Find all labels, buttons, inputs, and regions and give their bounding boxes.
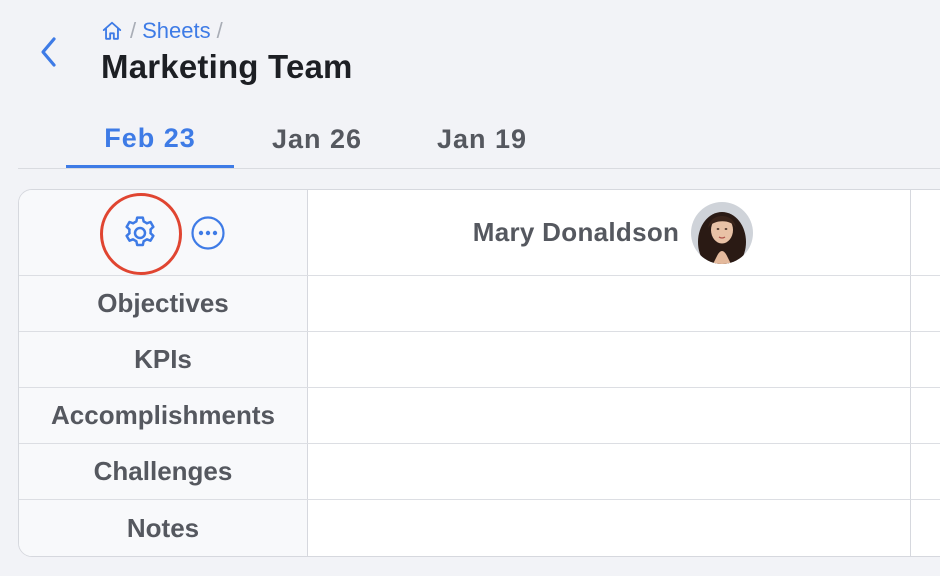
header-actions-cell xyxy=(19,190,308,275)
next-column-cell[interactable] xyxy=(911,332,940,387)
next-column-cell[interactable] xyxy=(911,444,940,499)
person-column-header: Mary Donaldson xyxy=(308,190,911,275)
home-icon[interactable] xyxy=(100,19,124,43)
breadcrumb-separator: / xyxy=(130,18,137,43)
next-column-cell[interactable] xyxy=(911,388,940,443)
table-row: KPIs xyxy=(19,332,940,388)
challenges-cell[interactable] xyxy=(308,444,911,499)
chevron-left-icon xyxy=(41,37,56,67)
breadcrumb: / Sheets / xyxy=(100,18,223,44)
kpis-cell[interactable] xyxy=(308,332,911,387)
page: / Sheets / Marketing Team Feb 23 Jan 26 … xyxy=(0,0,940,576)
table-row: Notes xyxy=(19,500,940,556)
table-row: Challenges xyxy=(19,444,940,500)
next-column-cell xyxy=(911,190,940,275)
table-row: Objectives xyxy=(19,276,940,332)
breadcrumb-item-sheets[interactable]: Sheets xyxy=(142,18,211,44)
next-column-cell[interactable] xyxy=(911,276,940,331)
highlight-ring xyxy=(100,192,182,275)
row-label-objectives: Objectives xyxy=(19,276,308,331)
row-label-kpis: KPIs xyxy=(19,332,308,387)
more-horizontal-icon xyxy=(191,215,225,250)
accomplishments-cell[interactable] xyxy=(308,388,911,443)
sheet-table: Mary Donaldson Objectives KPIs Accomplis… xyxy=(18,189,940,557)
objectives-cell[interactable] xyxy=(308,276,911,331)
row-label-accomplishments: Accomplishments xyxy=(19,388,308,443)
avatar xyxy=(691,201,754,264)
tab-jan-19[interactable]: Jan 19 xyxy=(406,112,558,166)
table-header-row: Mary Donaldson xyxy=(19,190,940,276)
table-row: Accomplishments xyxy=(19,388,940,444)
date-tabs: Feb 23 Jan 26 Jan 19 xyxy=(18,112,940,169)
back-button[interactable] xyxy=(34,34,62,70)
row-label-challenges: Challenges xyxy=(19,444,308,499)
row-label-notes: Notes xyxy=(19,500,308,556)
breadcrumb-separator: / xyxy=(216,18,223,43)
tab-jan-26[interactable]: Jan 26 xyxy=(240,112,394,166)
page-title: Marketing Team xyxy=(101,48,353,85)
settings-button[interactable] xyxy=(100,192,182,275)
tab-feb-23[interactable]: Feb 23 xyxy=(66,112,234,168)
next-column-cell[interactable] xyxy=(911,500,940,556)
person-name: Mary Donaldson xyxy=(472,217,680,247)
more-options-button[interactable] xyxy=(190,215,226,251)
notes-cell[interactable] xyxy=(308,500,911,556)
